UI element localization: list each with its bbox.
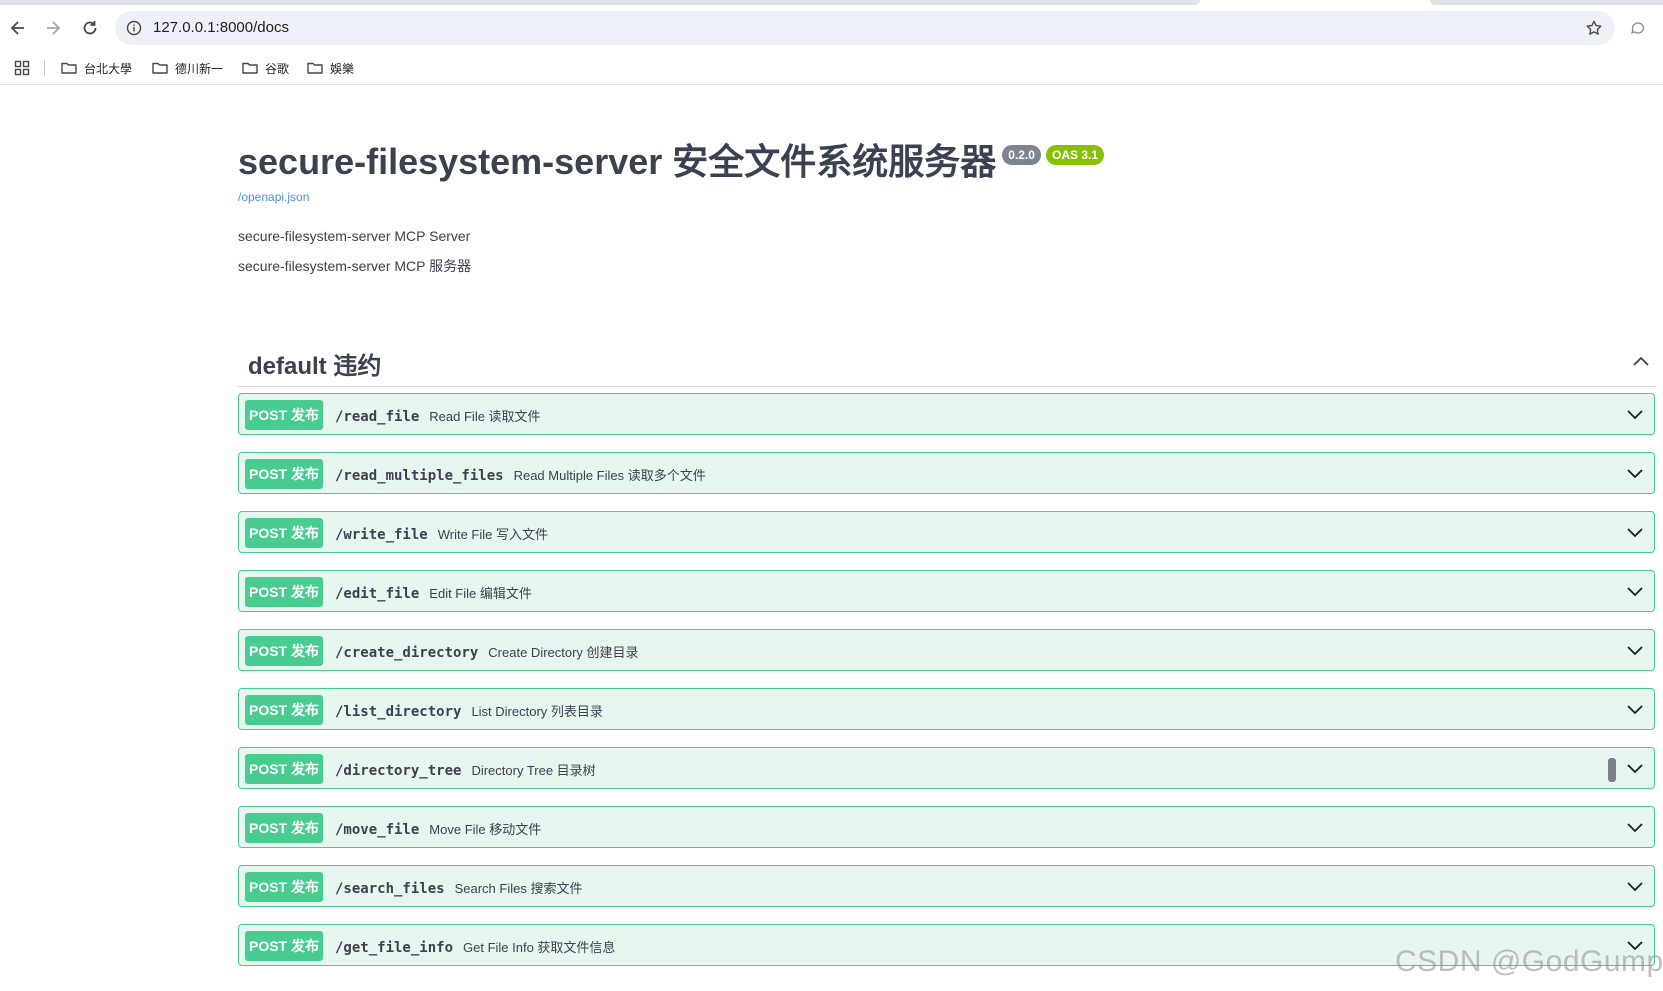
operation-list-directory[interactable]: POST 发布 /list_directory List Directory 列表… bbox=[238, 688, 1655, 730]
operation-path: /directory_tree Directory Tree 目录树 bbox=[335, 760, 596, 779]
path-text: /search_files bbox=[335, 881, 445, 897]
operation-summary: List Directory 列表目录 bbox=[471, 704, 603, 719]
chevron-down-icon[interactable] bbox=[1624, 521, 1646, 543]
path-text: /read_file bbox=[335, 409, 420, 425]
bookmarks-separator bbox=[44, 60, 45, 76]
operation-summary: Read Multiple Files 读取多个文件 bbox=[513, 468, 706, 483]
scroll-handle[interactable] bbox=[1608, 758, 1616, 782]
chat-icon[interactable] bbox=[1628, 18, 1648, 38]
star-icon[interactable] bbox=[1583, 17, 1605, 39]
operation-read-multiple-files[interactable]: POST 发布 /read_multiple_files Read Multipl… bbox=[238, 452, 1655, 494]
oas-badge: OAS 3.1 bbox=[1045, 145, 1105, 165]
operation-create-directory[interactable]: POST 发布 /create_directory Create Director… bbox=[238, 629, 1655, 671]
method-badge: POST 发布 bbox=[245, 695, 323, 725]
folder-icon bbox=[60, 59, 78, 77]
operation-edit-file[interactable]: POST 发布 /edit_file Edit File 编辑文件 bbox=[238, 570, 1655, 612]
operation-path: /edit_file Edit File 编辑文件 bbox=[335, 583, 532, 602]
chevron-down-icon[interactable] bbox=[1624, 403, 1646, 425]
method-badge: POST 发布 bbox=[245, 636, 323, 666]
page-title: secure-filesystem-server 安全文件系统服务器 bbox=[238, 141, 997, 182]
chevron-down-icon[interactable] bbox=[1624, 580, 1646, 602]
method-badge: POST 发布 bbox=[245, 400, 323, 430]
operation-summary: Move File 移动文件 bbox=[429, 822, 542, 837]
address-bar[interactable]: 127.0.0.1:8000/docs bbox=[115, 11, 1615, 45]
method-badge: POST 发布 bbox=[245, 459, 323, 489]
operation-summary: Search Files 搜索文件 bbox=[454, 881, 583, 896]
method-badge: POST 发布 bbox=[245, 813, 323, 843]
reload-icon[interactable] bbox=[75, 13, 105, 43]
operation-path: /get_file_info Get File Info 获取文件信息 bbox=[335, 937, 615, 956]
folder-icon bbox=[241, 59, 259, 77]
operation-move-file[interactable]: POST 发布 /move_file Move File 移动文件 bbox=[238, 806, 1655, 848]
operation-directory-tree[interactable]: POST 发布 /directory_tree Directory Tree 目录… bbox=[238, 747, 1655, 789]
apps-icon[interactable] bbox=[12, 58, 32, 78]
chevron-down-icon[interactable] bbox=[1624, 757, 1646, 779]
api-title-block: secure-filesystem-server 安全文件系统服务器 0.2.0… bbox=[238, 140, 1105, 184]
chevron-down-icon[interactable] bbox=[1624, 816, 1646, 838]
operation-path: /list_directory List Directory 列表目录 bbox=[335, 701, 603, 720]
path-text: /edit_file bbox=[335, 586, 420, 602]
bookmark-folder[interactable]: 德川新一 bbox=[151, 57, 223, 79]
chevron-down-icon[interactable] bbox=[1624, 462, 1646, 484]
folder-icon bbox=[151, 59, 169, 77]
bookmark-folder[interactable]: 台北大學 bbox=[60, 57, 132, 79]
bookmark-folder[interactable]: 娛樂 bbox=[306, 57, 354, 79]
operation-summary: Create Directory 创建目录 bbox=[488, 645, 639, 660]
tag-section-title: default 违约 bbox=[248, 353, 382, 380]
info-icon[interactable] bbox=[124, 18, 144, 38]
browser-toolbar: 127.0.0.1:8000/docs bbox=[0, 5, 1663, 51]
path-text: /read_multiple_files bbox=[335, 468, 504, 484]
operation-summary: Get File Info 获取文件信息 bbox=[463, 940, 616, 955]
operation-summary: Write File 写入文件 bbox=[437, 527, 548, 542]
chevron-down-icon[interactable] bbox=[1624, 875, 1646, 897]
operation-write-file[interactable]: POST 发布 /write_file Write File 写入文件 bbox=[238, 511, 1655, 553]
path-text: /list_directory bbox=[335, 704, 462, 720]
operation-path: /read_file Read File 读取文件 bbox=[335, 406, 541, 425]
operation-path: /write_file Write File 写入文件 bbox=[335, 524, 548, 543]
method-badge: POST 发布 bbox=[245, 931, 323, 961]
operation-search-files[interactable]: POST 发布 /search_files Search Files 搜索文件 bbox=[238, 865, 1655, 907]
bookmark-label: 娛樂 bbox=[330, 61, 355, 76]
method-badge: POST 发布 bbox=[245, 872, 323, 902]
method-badge: POST 发布 bbox=[245, 577, 323, 607]
watermark: CSDN @GodGump bbox=[1395, 945, 1663, 978]
bookmark-label: 台北大學 bbox=[84, 61, 133, 76]
method-badge: POST 发布 bbox=[245, 518, 323, 548]
operation-read-file[interactable]: POST 发布 /read_file Read File 读取文件 bbox=[238, 393, 1655, 435]
path-text: /directory_tree bbox=[335, 763, 462, 779]
operation-path: /move_file Move File 移动文件 bbox=[335, 819, 541, 838]
method-badge: POST 发布 bbox=[245, 754, 323, 784]
operation-path: /search_files Search Files 搜索文件 bbox=[335, 878, 582, 897]
operation-path: /create_directory Create Directory 创建目录 bbox=[335, 642, 639, 661]
path-text: /create_directory bbox=[335, 645, 479, 661]
operation-summary: Directory Tree 目录树 bbox=[471, 763, 596, 778]
openapi-json-link[interactable]: /openapi.json bbox=[238, 190, 309, 204]
bookmarks-bar: 台北大學 德川新一 谷歌 娛樂 bbox=[0, 51, 1663, 85]
api-description: secure-filesystem-server MCP Server bbox=[238, 228, 471, 244]
version-badge: 0.2.0 bbox=[1002, 145, 1041, 165]
back-icon[interactable] bbox=[3, 13, 33, 43]
chevron-up-icon[interactable] bbox=[1629, 350, 1653, 374]
operation-summary: Edit File 编辑文件 bbox=[429, 586, 532, 601]
path-text: /get_file_info bbox=[335, 940, 454, 956]
path-text: /write_file bbox=[335, 527, 428, 543]
chevron-down-icon[interactable] bbox=[1624, 639, 1646, 661]
operation-path: /read_multiple_files Read Multiple Files … bbox=[335, 465, 706, 484]
api-description-translated: secure-filesystem-server MCP 服务器 bbox=[238, 258, 472, 274]
forward-icon[interactable] bbox=[38, 13, 68, 43]
path-text: /move_file bbox=[335, 822, 420, 838]
folder-icon bbox=[306, 59, 324, 77]
operation-summary: Read File 读取文件 bbox=[429, 409, 541, 424]
bookmark-label: 谷歌 bbox=[265, 61, 290, 76]
chevron-down-icon[interactable] bbox=[1624, 698, 1646, 720]
bookmark-label: 德川新一 bbox=[175, 61, 224, 76]
tag-section-header[interactable]: default 违约 bbox=[238, 340, 1655, 387]
bookmark-folder[interactable]: 谷歌 bbox=[241, 57, 289, 79]
url-text[interactable]: 127.0.0.1:8000/docs bbox=[153, 19, 289, 36]
